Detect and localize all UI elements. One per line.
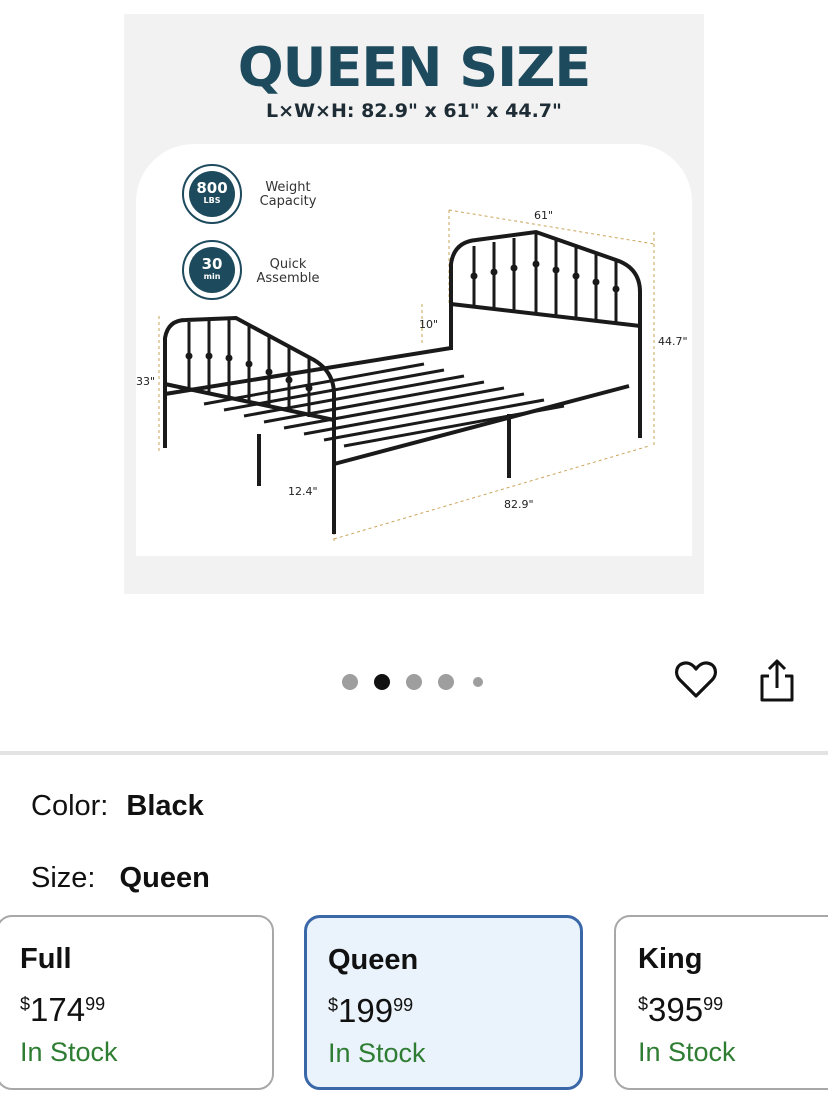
product-image[interactable]: QUEEN SIZE L×W×H: 82.9" x 61" x 44.7" 80…	[124, 14, 704, 594]
size-label: Size:	[31, 862, 96, 894]
size-card-name: King	[638, 943, 703, 975]
size-value: Queen	[119, 862, 210, 894]
color-option: Color: Black	[31, 790, 204, 823]
size-card-king[interactable]: King $39599 In Stock	[614, 915, 828, 1090]
clearance-dimension: 10"	[419, 318, 439, 331]
length-dimension: 82.9"	[504, 498, 534, 511]
leg-dimension: 12.4"	[288, 485, 318, 498]
color-value: Black	[126, 790, 204, 822]
section-divider	[0, 751, 828, 755]
carousel-dot-5[interactable]	[473, 677, 483, 687]
carousel-dot-3[interactable]	[406, 674, 422, 690]
width-dimension: 61"	[534, 209, 554, 222]
bed-frame-illustration	[158, 209, 655, 542]
heart-outline-icon	[674, 661, 718, 698]
footboard-dimension: 33"	[136, 375, 156, 388]
carousel-dots	[340, 672, 490, 692]
size-card-price: $19999	[328, 992, 414, 1029]
height-dimension: 44.7"	[658, 335, 688, 348]
size-card-full[interactable]: Full $17499 In Stock	[0, 915, 274, 1090]
stock-status: In Stock	[638, 1037, 736, 1067]
carousel-dot-2[interactable]	[374, 674, 390, 690]
stock-status: In Stock	[20, 1037, 118, 1067]
color-label: Color:	[31, 790, 109, 822]
size-option: Size: Queen	[31, 862, 210, 895]
size-card-name: Full	[20, 943, 72, 975]
share-button[interactable]	[754, 656, 800, 706]
stock-status: In Stock	[328, 1038, 426, 1068]
size-card-price: $39599	[638, 991, 724, 1028]
carousel-dot-4[interactable]	[438, 674, 454, 690]
favorite-button[interactable]	[672, 656, 720, 704]
size-card-price: $17499	[20, 991, 106, 1028]
share-icon	[760, 659, 794, 702]
size-card-queen[interactable]: Queen $19999 In Stock	[304, 915, 583, 1090]
carousel-dot-1[interactable]	[342, 674, 358, 690]
size-card-name: Queen	[328, 944, 419, 976]
